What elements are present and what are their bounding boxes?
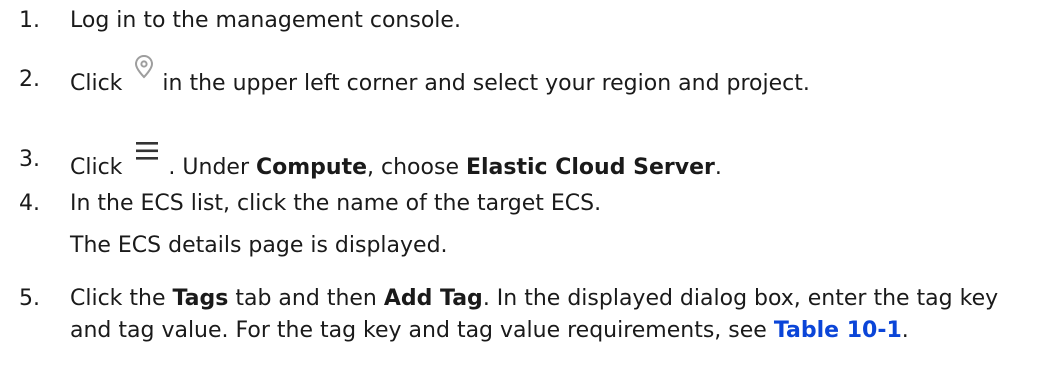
step-text: Click . Under Compute, choose Elastic Clo…: [70, 142, 1044, 184]
menu-hamburger-icon: [134, 142, 160, 184]
step-text-mid: , choose: [367, 155, 466, 180]
step-text: Click in the upper left corner and select…: [70, 54, 1044, 100]
step-number: 2.: [19, 67, 40, 92]
step-text-pre: Click: [70, 155, 123, 180]
procedure-steps: 1. Log in to the management console. 2. …: [0, 0, 1064, 383]
step-text: Log in to the management console.: [70, 8, 461, 33]
step-text-post: in the upper left corner and select your…: [162, 71, 810, 96]
table-10-1-link[interactable]: Table 10-1: [774, 318, 902, 343]
step-text-part: Click the: [70, 286, 173, 311]
menu-label-ecs: Elastic Cloud Server: [465, 155, 715, 180]
location-pin-icon: [134, 54, 154, 100]
step-text-mid: . Under: [168, 155, 256, 180]
step-text-end: .: [714, 155, 722, 180]
step-text-pre: Click: [70, 71, 123, 96]
step-number: 3.: [19, 147, 40, 172]
step-text-end: .: [901, 318, 909, 343]
step-number: 1.: [19, 8, 40, 33]
step-text-part: tab and then: [228, 286, 384, 311]
button-label-add-tag: Add Tag: [383, 286, 483, 311]
tab-label-tags: Tags: [172, 286, 229, 311]
step-text: Click the Tags tab and then Add Tag. In …: [70, 283, 1044, 347]
step-number: 5.: [19, 286, 40, 311]
step-text: In the ECS list, click the name of the t…: [70, 191, 602, 216]
menu-label-compute: Compute: [256, 155, 368, 180]
step-result-text: The ECS details page is displayed.: [70, 233, 448, 258]
step-number: 4.: [19, 191, 40, 216]
